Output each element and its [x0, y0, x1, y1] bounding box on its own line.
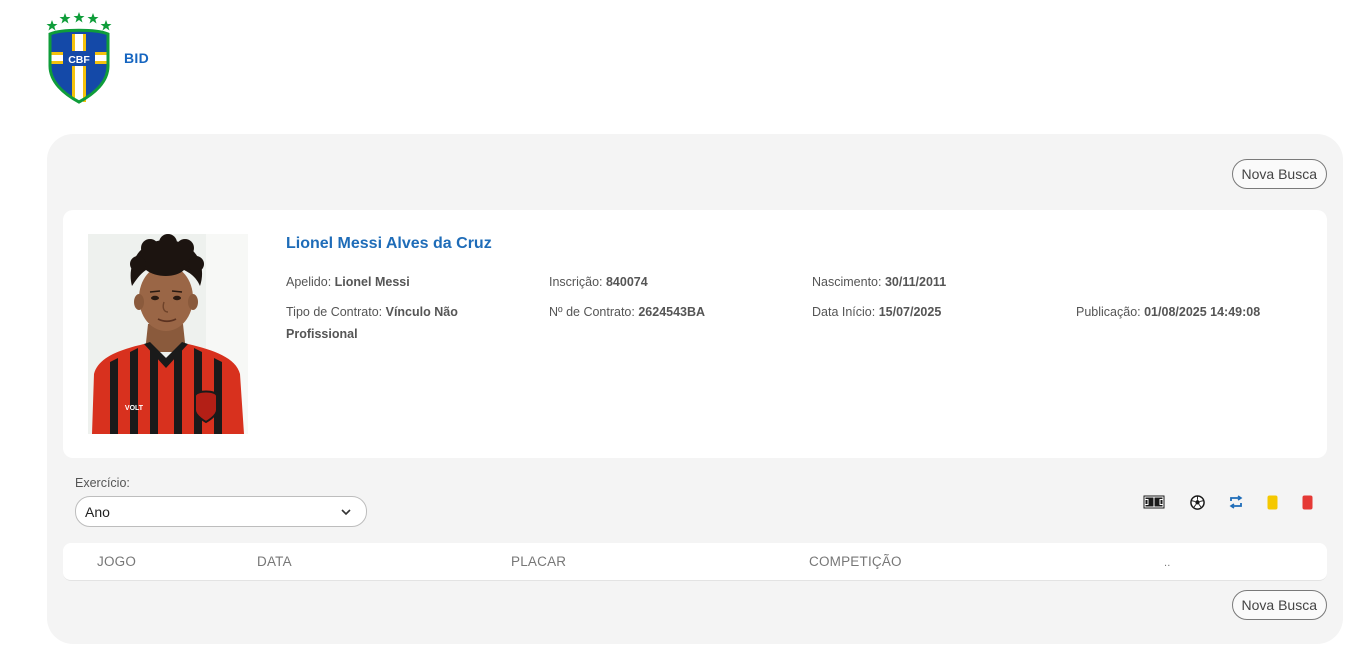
contract-type-field: Tipo de Contrato: Vínculo Não Profission…	[286, 301, 496, 345]
nickname-label: Apelido:	[286, 275, 332, 289]
exercise-label: Exercício:	[75, 476, 130, 490]
ball-icon	[1188, 493, 1206, 511]
red-card-icon	[1300, 493, 1314, 511]
column-more: ..	[1164, 557, 1171, 569]
column-competition: COMPETIÇÃO	[809, 554, 902, 569]
birth-field: Nascimento: 30/11/2011	[812, 271, 946, 293]
legend-icons	[1142, 493, 1322, 511]
publication-value: 01/08/2025 14:49:08	[1144, 305, 1261, 319]
player-photo: VOLT	[88, 234, 248, 434]
column-game: JOGO	[97, 554, 137, 569]
cbf-logo[interactable]: CBF	[44, 12, 114, 104]
column-date: DATA	[257, 554, 292, 569]
start-date-label: Data Início:	[812, 305, 876, 319]
birth-label: Nascimento:	[812, 275, 882, 289]
svg-text:CBF: CBF	[68, 54, 90, 66]
substitution-icon	[1227, 493, 1245, 511]
yellow-card-icon	[1265, 493, 1279, 511]
year-select-value: Ano	[85, 503, 110, 520]
contract-number-label: Nº de Contrato:	[549, 305, 635, 319]
contract-type-label: Tipo de Contrato:	[286, 305, 383, 319]
start-date-value: 15/07/2025	[878, 305, 942, 319]
player-photo-image: VOLT	[88, 234, 248, 434]
publication-field: Publicação: 01/08/2025 14:49:08	[1076, 301, 1260, 323]
nickname-value: Lionel Messi	[334, 275, 410, 289]
header: CBF BID	[44, 12, 149, 104]
search-result-panel: Nova Busca VOLT Lionel Messi Alves da Cr…	[47, 134, 1343, 644]
birth-value: 30/11/2011	[884, 275, 947, 289]
contract-number-value: 2624543BA	[638, 305, 706, 319]
publication-label: Publicação:	[1076, 305, 1141, 319]
contract-number-field: Nº de Contrato: 2624543BA	[549, 301, 705, 323]
column-score: PLACAR	[511, 554, 567, 569]
new-search-button-bottom[interactable]: Nova Busca	[1231, 590, 1327, 620]
field-icon	[1142, 493, 1166, 511]
nickname-field: Apelido: Lionel Messi	[286, 271, 410, 293]
games-table-header: JOGO DATA PLACAR COMPETIÇÃO ..	[63, 543, 1327, 581]
player-name: Lionel Messi Alves da Cruz	[286, 235, 492, 252]
registration-field: Inscrição: 840074	[549, 271, 648, 293]
new-search-button-top[interactable]: Nova Busca	[1231, 159, 1327, 189]
player-card: VOLT Lionel Messi Alves da Cruz Apelido:…	[63, 210, 1327, 458]
chevron-down-icon	[341, 509, 351, 516]
year-select[interactable]: Ano	[75, 496, 367, 527]
registration-value: 840074	[605, 275, 648, 289]
start-date-field: Data Início: 15/07/2025	[812, 301, 941, 323]
svg-text:VOLT: VOLT	[125, 405, 144, 412]
app-title: BID	[124, 50, 150, 66]
registration-label: Inscrição:	[549, 275, 603, 289]
